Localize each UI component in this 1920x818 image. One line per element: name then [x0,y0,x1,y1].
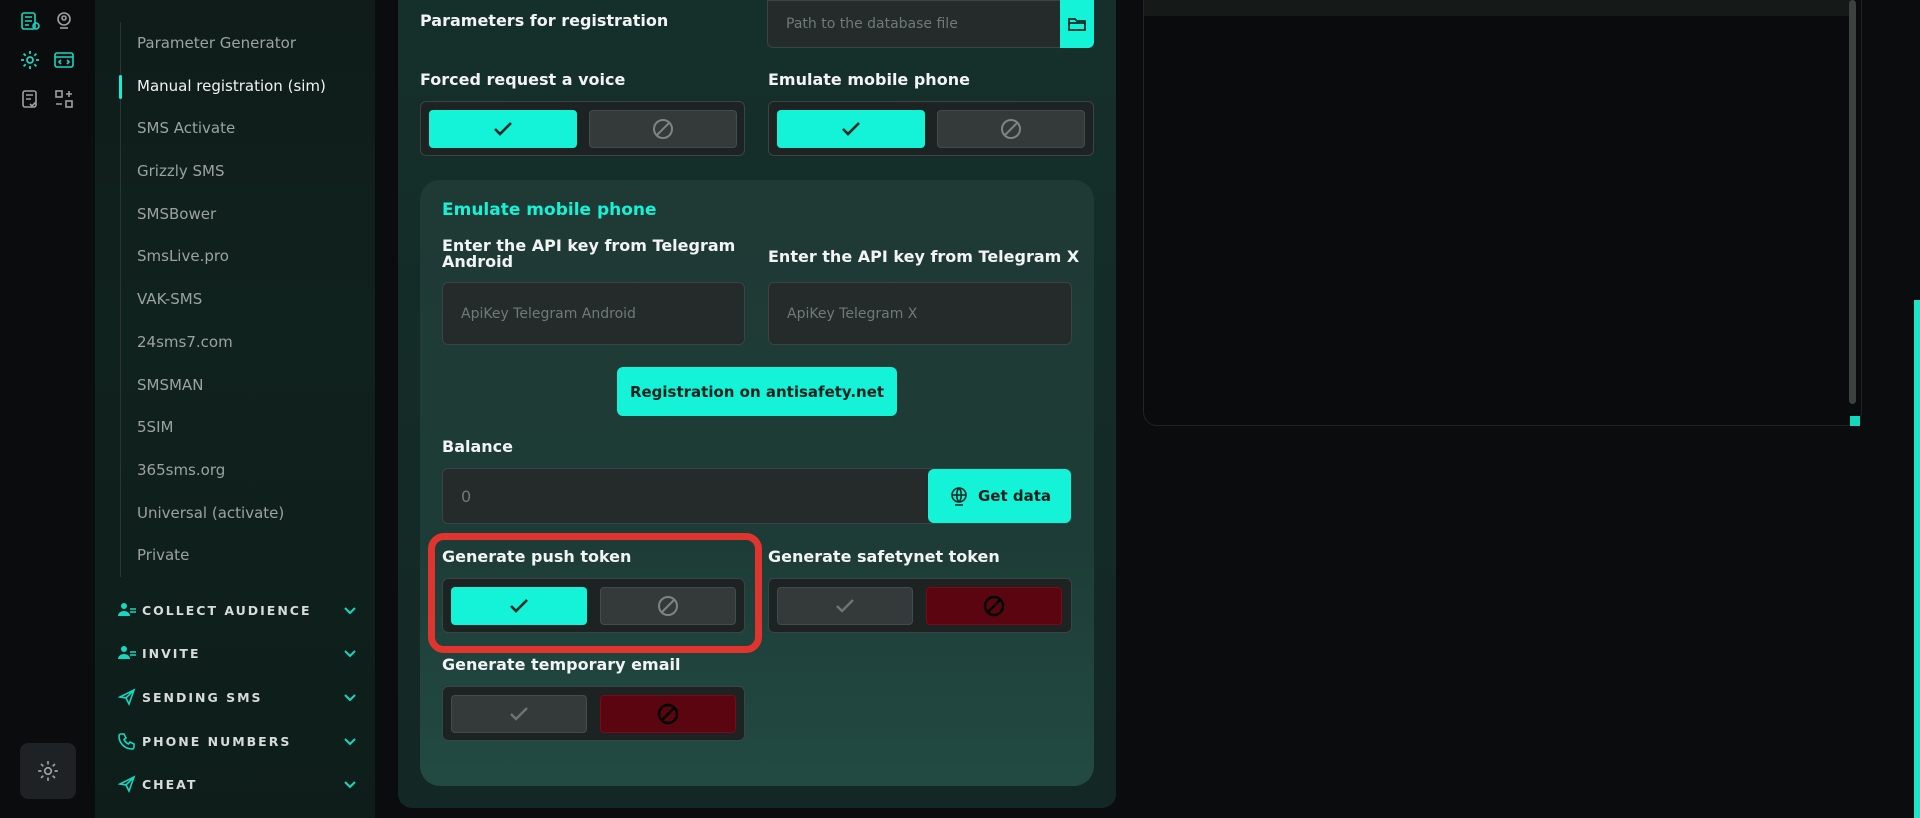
chevron-down-icon [344,607,356,615]
submenu-item-sms-activate[interactable]: SMS Activate [121,107,360,150]
section-phone-numbers[interactable]: PHONE NUMBERS [118,728,358,754]
db-path-placeholder: Path to the database file [786,16,958,32]
submenu-item-smsbower[interactable]: SMSBower [121,193,360,236]
submenu-item-grizzly-sms[interactable]: Grizzly SMS [121,150,360,193]
nav-sidebar: Parameter Generator Manual registration … [95,0,375,818]
temp-email-toggle [442,686,745,741]
params-label: Parameters for registration [420,11,669,30]
ban-icon [983,595,1005,617]
section-label: CHEAT [142,776,198,792]
api-x-placeholder: ApiKey Telegram X [787,305,918,322]
highlight-box [428,533,762,653]
browse-folder-button[interactable] [1060,0,1094,48]
check-icon [494,122,512,136]
check-icon [842,122,860,136]
submenu-item-private[interactable]: Private [121,534,360,577]
ban-icon [657,703,679,725]
ban-icon [1001,119,1021,139]
check-icon [836,599,854,613]
globe-icon [951,487,967,506]
section-sending-sms[interactable]: SENDING SMS [118,684,358,710]
section-collect-audience[interactable]: COLLECT AUDIENCE [118,597,358,623]
forced-voice-toggle [420,101,745,156]
section-label: SENDING SMS [142,689,263,705]
toggle-off-button[interactable] [600,695,736,733]
icon-rail [0,0,95,818]
section-cheat[interactable]: CHEAT [118,771,358,797]
toggle-on-button[interactable] [429,110,577,148]
balance-value: 0 [461,486,472,506]
get-data-button[interactable]: Get data [928,469,1071,523]
chevron-down-icon [344,738,356,746]
chevron-down-icon [344,650,356,658]
send-icon [118,688,136,706]
emulate-phone-label: Emulate mobile phone [768,70,970,89]
forced-voice-label: Forced request a voice [420,70,626,89]
section-label: COLLECT AUDIENCE [142,602,312,618]
ban-icon [653,119,673,139]
submenu-item-smsman[interactable]: SMSMAN [121,364,360,407]
submenu-item-24sms7[interactable]: 24sms7.com [121,321,360,364]
log-panel [1143,0,1862,426]
phone-icon [118,732,136,750]
submenu-item-parameter-generator[interactable]: Parameter Generator [121,22,360,65]
log-scrollbar[interactable] [1849,0,1856,404]
chevron-down-icon [344,694,356,702]
register-antisafety-button[interactable]: Registration on antisafety.net [617,367,897,416]
user-group-icon [118,601,136,619]
get-data-label: Get data [977,487,1052,505]
submenu-item-smslive[interactable]: SmsLive.pro [121,235,360,278]
safetynet-label: Generate safetynet token [768,547,1000,566]
card-title: Emulate mobile phone [442,200,657,220]
temp-email-label: Generate temporary email [442,655,681,674]
toggle-on-button[interactable] [777,587,913,625]
submenu-item-vak-sms[interactable]: VAK-SMS [121,278,360,321]
database-list-icon[interactable] [19,10,41,32]
gear-icon [38,761,58,781]
safetynet-toggle [768,578,1072,633]
check-icon [510,707,528,721]
chevron-down-icon [344,781,356,789]
log-table-header [1144,0,1854,16]
page-scrollbar[interactable] [1914,300,1920,818]
resize-handle[interactable] [1850,416,1860,426]
submenu-list: Parameter Generator Manual registration … [119,22,360,577]
swap-grid-icon[interactable] [53,88,75,110]
section-label: PHONE NUMBERS [142,733,292,749]
api-android-input[interactable]: ApiKey Telegram Android [442,282,745,345]
toggle-off-button[interactable] [937,110,1085,148]
section-label: INVITE [142,645,201,661]
submenu-item-365sms[interactable]: 365sms.org [121,449,360,492]
folder-icon [1068,18,1086,31]
gear-icon[interactable] [19,49,41,71]
section-invite[interactable]: INVITE [118,640,358,666]
toggle-off-button[interactable] [589,110,737,148]
api-android-placeholder: ApiKey Telegram Android [461,305,636,322]
send-icon [118,775,136,793]
api-android-label: Enter the API key from Telegram Android [442,236,736,271]
submenu-item-universal[interactable]: Universal (activate) [121,492,360,535]
api-x-label: Enter the API key from Telegram X [768,247,1080,266]
emulate-phone-toggle [768,101,1094,156]
toggle-on-button[interactable] [777,110,925,148]
submenu-item-manual-registration[interactable]: Manual registration (sim) [119,65,360,108]
submenu-item-5sim[interactable]: 5SIM [121,406,360,449]
db-path-input[interactable]: Path to the database file [767,0,1094,48]
checklist-icon[interactable] [19,88,41,110]
balance-label: Balance [442,437,513,456]
toggle-off-button[interactable] [926,587,1062,625]
api-x-input[interactable]: ApiKey Telegram X [768,282,1072,345]
code-window-icon[interactable] [53,49,75,71]
settings-button[interactable] [20,743,76,799]
user-location-icon[interactable] [53,10,75,32]
toggle-on-button[interactable] [451,695,587,733]
user-group-icon [118,644,136,662]
